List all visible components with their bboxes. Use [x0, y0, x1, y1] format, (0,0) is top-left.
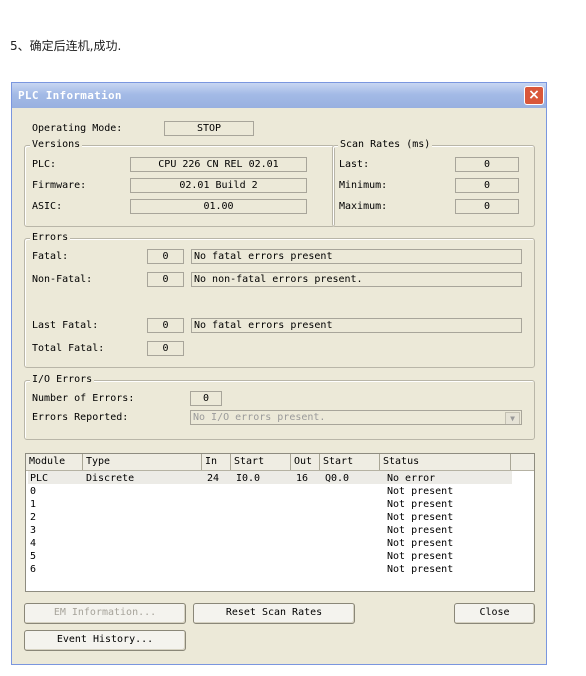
cell-status: Not present: [387, 525, 454, 536]
fatal-label: Fatal:: [32, 251, 69, 262]
cell-module: 6: [30, 564, 37, 575]
cell-status: No error: [387, 473, 436, 484]
cell-in-start: I0.0: [236, 473, 261, 484]
column-header-in-start[interactable]: Start: [231, 454, 291, 470]
lastfatal-label: Last Fatal:: [32, 320, 99, 331]
cell-module: 0: [30, 486, 37, 497]
lastfatal-count: 0: [147, 318, 184, 333]
cell-out: 16: [296, 473, 309, 484]
errors-legend: Errors: [30, 232, 71, 243]
scan-maximum-label: Maximum:: [339, 201, 388, 212]
cell-out-start: Q0.0: [325, 473, 350, 484]
plc-version-value: CPU 226 CN REL 02.01: [130, 157, 307, 172]
column-header-in[interactable]: In: [202, 454, 231, 470]
column-header-out-start[interactable]: Start: [320, 454, 380, 470]
totalfatal-count: 0: [147, 341, 184, 356]
event-history-button[interactable]: Event History...: [24, 630, 186, 651]
asic-value: 01.00: [130, 199, 307, 214]
cell-status: Not present: [387, 499, 454, 510]
scan-minimum-label: Minimum:: [339, 180, 388, 191]
cell-module: 2: [30, 512, 37, 523]
scan-maximum-value: 0: [455, 199, 519, 214]
column-header-out[interactable]: Out: [291, 454, 320, 470]
number-of-errors-label: Number of Errors:: [32, 393, 135, 404]
cell-status: Not present: [387, 551, 454, 562]
firmware-value: 02.01 Build 2: [130, 178, 307, 193]
number-of-errors-value: 0: [190, 391, 222, 406]
cell-status: Not present: [387, 486, 454, 497]
cell-status: Not present: [387, 538, 454, 549]
close-button[interactable]: Close: [454, 603, 535, 624]
firmware-label: Firmware:: [32, 180, 87, 191]
cell-module: 3: [30, 525, 37, 536]
chevron-down-icon[interactable]: ▼: [505, 412, 520, 424]
cell-module: 4: [30, 538, 37, 549]
cell-type: Discrete: [86, 473, 135, 484]
title-bar[interactable]: PLC Information ×: [12, 83, 546, 108]
io-errors-legend: I/O Errors: [30, 374, 95, 385]
close-icon[interactable]: ×: [524, 86, 544, 105]
versions-legend: Versions: [30, 139, 83, 150]
cell-status: Not present: [387, 564, 454, 575]
errors-reported-label: Errors Reported:: [32, 412, 129, 423]
cell-module: PLC: [30, 473, 49, 484]
totalfatal-label: Total Fatal:: [32, 343, 105, 354]
column-header-module[interactable]: Module: [26, 454, 83, 470]
nonfatal-count: 0: [147, 272, 184, 287]
cell-module: 5: [30, 551, 37, 562]
cell-module: 1: [30, 499, 37, 510]
errors-reported-value: No I/O errors present.: [193, 412, 326, 423]
operating-mode-label: Operating Mode:: [32, 123, 123, 134]
column-header-status[interactable]: Status: [380, 454, 511, 470]
step-caption: 5、确定后连机,成功.: [10, 39, 122, 53]
operating-mode-value: STOP: [164, 121, 254, 136]
cell-status: Not present: [387, 512, 454, 523]
scan-rates-legend: Scan Rates (ms): [338, 139, 433, 150]
errors-reported-select[interactable]: No I/O errors present. ▼: [190, 410, 522, 425]
plc-label: PLC:: [32, 159, 57, 170]
nonfatal-message: No non-fatal errors present.: [191, 272, 522, 287]
modules-list-header: Module Type In Start Out Start Status: [26, 454, 534, 471]
fatal-count: 0: [147, 249, 184, 264]
lastfatal-message: No fatal errors present: [191, 318, 522, 333]
asic-label: ASIC:: [32, 201, 63, 212]
modules-list[interactable]: Module Type In Start Out Start Status PL…: [25, 453, 535, 592]
fatal-message: No fatal errors present: [191, 249, 522, 264]
column-header-type[interactable]: Type: [83, 454, 202, 470]
window-title: PLC Information: [18, 89, 122, 102]
reset-scan-rates-button[interactable]: Reset Scan Rates: [193, 603, 355, 624]
em-information-button[interactable]: EM Information...: [24, 603, 186, 624]
scan-last-label: Last:: [339, 159, 370, 170]
nonfatal-label: Non-Fatal:: [32, 274, 93, 285]
cell-in: 24: [207, 473, 220, 484]
plc-information-dialog: PLC Information × Operating Mode: STOP V…: [11, 82, 547, 665]
scan-last-value: 0: [455, 157, 519, 172]
scan-minimum-value: 0: [455, 178, 519, 193]
